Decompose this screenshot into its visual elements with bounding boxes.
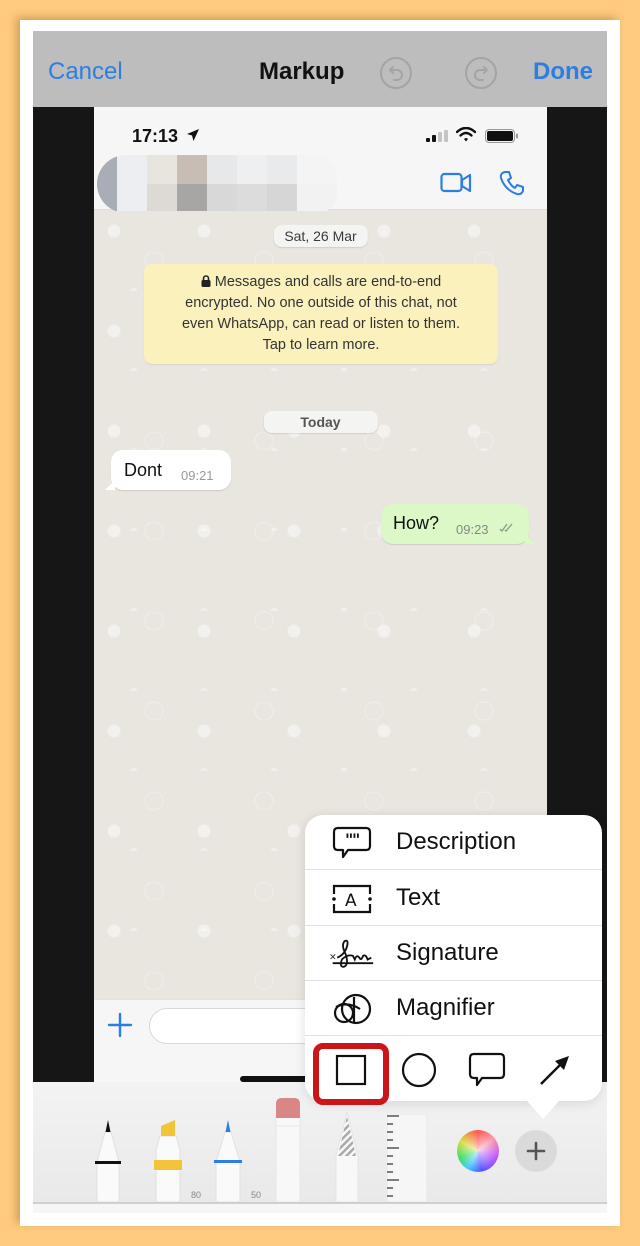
- contact-name-redacted[interactable]: [97, 155, 337, 213]
- redo-button[interactable]: [465, 57, 497, 89]
- pencil-tool[interactable]: 50: [214, 1110, 261, 1203]
- cellular-signal-icon: [426, 130, 448, 142]
- encryption-notice[interactable]: Messages and calls are end-to-end encryp…: [144, 264, 498, 364]
- highlighter-opacity: 80: [190, 1190, 201, 1200]
- incoming-message[interactable]: Dont 09:21: [105, 450, 231, 490]
- toolbar-bottom-strip: [33, 1204, 607, 1213]
- arrow-shape-button[interactable]: [531, 1049, 579, 1091]
- cancel-button[interactable]: Cancel: [48, 58, 123, 86]
- ruler-tool[interactable]: [386, 1113, 428, 1203]
- svg-text:": ": [352, 830, 360, 849]
- menu-item-magnifier[interactable]: Magnifier: [305, 981, 602, 1036]
- status-bar: 17:13: [94, 107, 547, 152]
- magnifier-icon: [329, 991, 375, 1027]
- message-time: 09:23: [456, 522, 489, 537]
- location-arrow-icon: [187, 129, 199, 141]
- speech-bubble-shape-icon: [468, 1052, 506, 1087]
- signature-icon: ×: [329, 936, 375, 972]
- add-annotation-popover: " " Description A Text × Signature Magnif…: [305, 815, 602, 1119]
- redo-icon: [474, 66, 488, 81]
- lock-icon: [201, 275, 211, 287]
- battery-icon: [485, 129, 518, 143]
- done-button[interactable]: Done: [533, 58, 593, 86]
- square-shape-button[interactable]: [327, 1049, 375, 1091]
- pencil-opacity: 50: [250, 1190, 261, 1200]
- canvas-margin-left: [33, 107, 94, 1082]
- undo-icon: [389, 66, 403, 81]
- message-time: 09:21: [181, 468, 214, 483]
- speech-bubble-shape-button[interactable]: [463, 1049, 511, 1091]
- menu-item-signature[interactable]: × Signature: [305, 926, 602, 981]
- markup-screen: Cancel Markup Done 17:13 Sat, 26 Mar Mes…: [33, 31, 607, 1213]
- menu-item-text[interactable]: A Text: [305, 871, 602, 926]
- wifi-icon: [456, 127, 476, 142]
- pen-icon: [95, 1120, 121, 1203]
- page-title: Markup: [259, 58, 345, 85]
- square-shape-icon: [335, 1054, 367, 1086]
- svg-text:×: ×: [329, 952, 337, 963]
- chat-header: [94, 152, 547, 213]
- today-divider: Today: [263, 411, 378, 433]
- double-check-icon: [499, 523, 513, 533]
- encryption-notice-line: encrypted. No one outside of this chat, …: [185, 295, 457, 311]
- pencil-icon: [214, 1120, 242, 1203]
- highlighter-tool[interactable]: 80: [154, 1110, 201, 1203]
- color-picker-button[interactable]: [457, 1130, 499, 1172]
- date-divider: Sat, 26 Mar: [273, 225, 368, 247]
- outgoing-message[interactable]: How? 09:23: [381, 504, 535, 544]
- eraser-tool[interactable]: [275, 1098, 301, 1203]
- highlighter-icon: [154, 1120, 182, 1203]
- phone-call-icon[interactable]: [499, 170, 525, 196]
- encryption-notice-line: Tap to learn more.: [262, 337, 380, 353]
- shapes-row: [305, 1039, 602, 1105]
- encryption-notice-line: even WhatsApp, can read or listen to the…: [181, 316, 461, 332]
- quote-bubble-icon: " ": [329, 825, 375, 861]
- text-box-icon: A: [329, 881, 375, 917]
- undo-button[interactable]: [380, 57, 412, 89]
- lasso-tool[interactable]: [334, 1110, 360, 1203]
- arrow-shape-icon: [540, 1056, 569, 1085]
- status-time: 17:13: [132, 126, 179, 146]
- message-text: Dont: [124, 460, 163, 480]
- lasso-icon: [335, 1111, 359, 1203]
- plus-icon: [526, 1141, 546, 1161]
- attach-plus-icon[interactable]: [107, 1012, 133, 1038]
- video-call-icon[interactable]: [440, 172, 472, 194]
- pen-tool[interactable]: [95, 1110, 121, 1203]
- add-annotation-button[interactable]: [515, 1130, 557, 1172]
- eraser-icon: [275, 1098, 301, 1203]
- circle-shape-icon: [401, 1052, 437, 1088]
- ruler-icon: [386, 1113, 428, 1203]
- svg-text:A: A: [345, 891, 357, 911]
- message-text: How?: [393, 513, 440, 533]
- markup-navbar: Cancel Markup Done: [33, 31, 607, 107]
- encryption-notice-line: Messages and calls are end-to-end: [144, 272, 498, 293]
- circle-shape-button[interactable]: [395, 1049, 443, 1091]
- menu-item-description[interactable]: " " Description: [305, 815, 602, 870]
